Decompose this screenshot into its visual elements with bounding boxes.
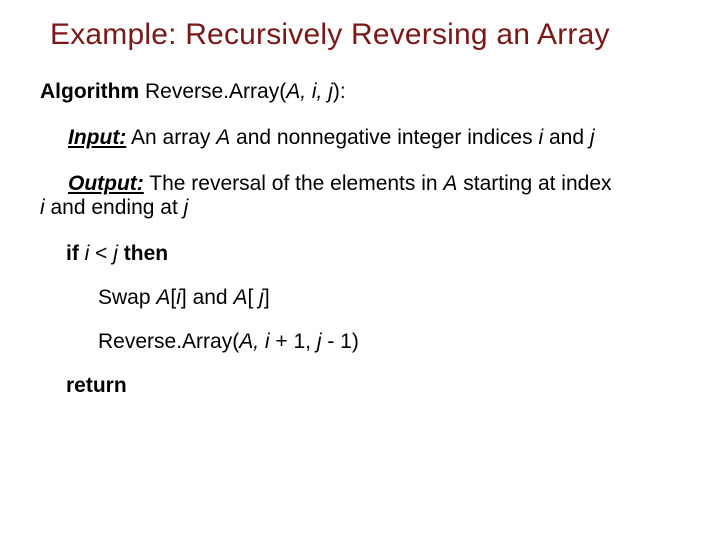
return-line: return [66, 374, 690, 398]
var-j: j [184, 196, 189, 219]
var-a: A [443, 172, 457, 195]
slide: Example: Recursively Reversing an Array … [0, 0, 720, 540]
kw-if: if [66, 242, 85, 265]
var-a: A, [239, 330, 259, 353]
slide-title: Example: Recursively Reversing an Array [50, 18, 690, 52]
kw-return: return [66, 374, 127, 397]
kw-algorithm: Algorithm [40, 80, 139, 103]
input-label: Input: [68, 126, 126, 149]
output-description: Output: The reversal of the elements in … [40, 172, 690, 220]
var-a: A [216, 126, 230, 149]
txt: and ending at [45, 196, 184, 219]
algo-name: Reverse.Array( [139, 80, 286, 103]
txt: Reverse.Array( [98, 330, 239, 353]
txt: Swap [98, 286, 156, 309]
bracket: [ [247, 286, 259, 309]
arg-i: i, [312, 80, 323, 103]
arg-a: A, [286, 80, 306, 103]
input-description: Input: An array A and nonnegative intege… [68, 126, 690, 150]
recurse-line: Reverse.Array(A, i + 1, j - 1) [98, 330, 690, 354]
swap-line: Swap A[i] and A[ j] [98, 286, 690, 310]
txt: An array [126, 126, 216, 149]
txt: + 1, [270, 330, 317, 353]
var-j: j [590, 126, 595, 149]
txt: ] and [181, 286, 234, 309]
txt: and nonnegative integer indices [230, 126, 538, 149]
txt: - 1) [322, 330, 359, 353]
algorithm-body: if i < j then Swap A[i] and A[ j] Revers… [66, 242, 690, 398]
txt: The reversal of the elements in [144, 172, 444, 195]
algo-close: ): [333, 80, 346, 103]
op-lt: < [89, 242, 113, 265]
algorithm-signature: Algorithm Reverse.Array(A, i, j): [40, 80, 690, 104]
bracket: ] [264, 286, 270, 309]
var-a: A [156, 286, 170, 309]
txt: and [543, 126, 590, 149]
kw-then: then [118, 242, 168, 265]
output-label: Output: [68, 172, 144, 195]
txt: starting at index [457, 172, 611, 195]
if-line: if i < j then [66, 242, 690, 266]
var-a: A [233, 286, 247, 309]
